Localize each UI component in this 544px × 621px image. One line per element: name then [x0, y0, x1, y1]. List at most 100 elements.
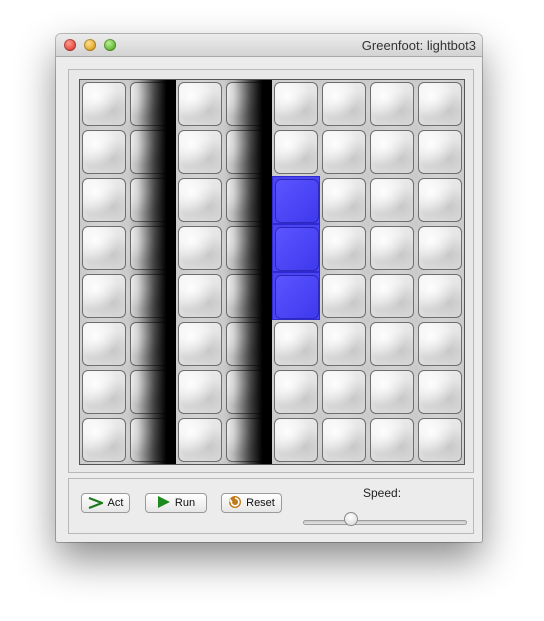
floor-tile: [368, 416, 416, 464]
speed-slider-track[interactable]: [303, 520, 467, 525]
floor-tile: [320, 80, 368, 128]
floor-tile-face: [322, 226, 366, 270]
act-button[interactable]: Act: [81, 493, 130, 513]
floor-tile: [272, 416, 320, 464]
lit-tile-inner: [275, 275, 319, 319]
floor-tile: [80, 224, 128, 272]
floor-tile-face: [82, 274, 126, 318]
floor-tile: [80, 176, 128, 224]
floor-tile-face: [370, 418, 414, 462]
app-window: Greenfoot: lightbot3 Act Run Reset Speed…: [56, 34, 482, 542]
floor-tile-face: [418, 322, 462, 366]
act-label: Act: [107, 497, 124, 509]
floor-tile-face: [370, 274, 414, 318]
floor-tile: [368, 320, 416, 368]
world-grid[interactable]: [80, 80, 464, 464]
floor-tile: [368, 272, 416, 320]
floor-tile-face: [418, 82, 462, 126]
floor-tile: [272, 80, 320, 128]
floor-tile-face: [274, 130, 318, 174]
floor-tile: [320, 128, 368, 176]
floor-tile: [80, 80, 128, 128]
floor-tile-face: [178, 418, 222, 462]
title-bar[interactable]: Greenfoot: lightbot3: [56, 34, 482, 57]
floor-tile: [320, 416, 368, 464]
floor-tile-face: [322, 178, 366, 222]
control-panel: Act Run Reset Speed:: [68, 478, 474, 534]
world-panel: [68, 69, 474, 473]
floor-tile-face: [418, 178, 462, 222]
floor-tile: [80, 320, 128, 368]
world-view[interactable]: [79, 79, 465, 465]
lit-tile-inner: [275, 179, 319, 223]
window-title: Greenfoot: lightbot3: [361, 38, 476, 53]
close-window-button[interactable]: [64, 39, 76, 51]
floor-tile: [416, 176, 464, 224]
floor-tile: [272, 320, 320, 368]
floor-tile-face: [274, 418, 318, 462]
floor-tile: [320, 224, 368, 272]
floor-tile: [176, 80, 224, 128]
floor-tile-face: [82, 178, 126, 222]
reset-button[interactable]: Reset: [221, 493, 282, 513]
floor-tile: [320, 320, 368, 368]
floor-tile-face: [178, 178, 222, 222]
lit-tile: [272, 224, 320, 272]
floor-tile-face: [370, 82, 414, 126]
floor-tile: [368, 128, 416, 176]
floor-tile-face: [82, 418, 126, 462]
lit-tile: [272, 272, 320, 320]
speed-label: Speed:: [363, 486, 402, 500]
floor-tile-face: [274, 370, 318, 414]
floor-tile: [80, 272, 128, 320]
floor-tile-face: [82, 226, 126, 270]
floor-tile-face: [322, 82, 366, 126]
floor-tile: [176, 176, 224, 224]
speed-slider-thumb[interactable]: [343, 512, 358, 526]
floor-tile-face: [418, 418, 462, 462]
floor-tile-face: [82, 82, 126, 126]
floor-tile: [80, 368, 128, 416]
reset-icon: [228, 495, 242, 512]
reset-label: Reset: [246, 497, 275, 509]
floor-tile: [416, 320, 464, 368]
floor-tile-face: [82, 370, 126, 414]
floor-tile-face: [178, 274, 222, 318]
lit-tile-fill: [272, 272, 320, 320]
step-arrow-icon: [88, 497, 104, 509]
lit-tile: [272, 176, 320, 224]
wall-column: [128, 80, 176, 464]
floor-tile-face: [418, 226, 462, 270]
floor-tile-face: [418, 274, 462, 318]
floor-tile: [176, 320, 224, 368]
lit-tile-fill: [272, 224, 320, 272]
floor-tile: [80, 416, 128, 464]
floor-tile: [416, 416, 464, 464]
floor-tile: [368, 224, 416, 272]
floor-tile: [320, 176, 368, 224]
floor-tile-face: [82, 322, 126, 366]
floor-tile: [416, 368, 464, 416]
floor-tile-face: [370, 370, 414, 414]
zoom-window-button[interactable]: [104, 39, 116, 51]
floor-tile: [416, 272, 464, 320]
minimize-window-button[interactable]: [84, 39, 96, 51]
floor-tile-face: [370, 322, 414, 366]
floor-tile-face: [178, 82, 222, 126]
run-button[interactable]: Run: [145, 493, 207, 513]
floor-tile-face: [370, 226, 414, 270]
floor-tile: [80, 128, 128, 176]
floor-tile: [176, 128, 224, 176]
floor-tile: [176, 272, 224, 320]
floor-tile-face: [274, 322, 318, 366]
floor-tile-face: [178, 226, 222, 270]
floor-tile: [416, 128, 464, 176]
floor-tile-face: [418, 130, 462, 174]
floor-tile-face: [322, 370, 366, 414]
floor-tile: [368, 176, 416, 224]
floor-tile-face: [178, 130, 222, 174]
floor-tile: [272, 128, 320, 176]
lit-tile-fill: [272, 176, 320, 224]
floor-tile-face: [418, 370, 462, 414]
floor-tile: [416, 80, 464, 128]
